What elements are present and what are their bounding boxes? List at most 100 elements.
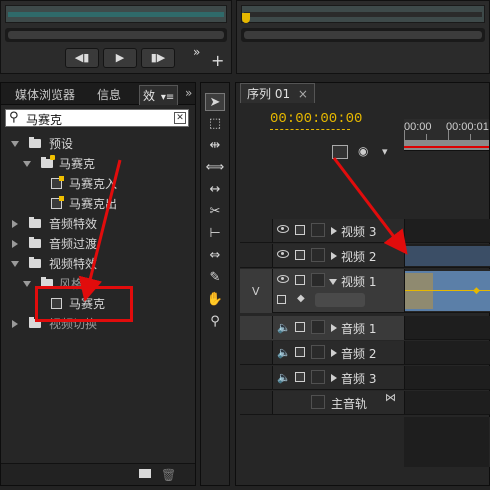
lock-toggle[interactable] <box>311 223 325 237</box>
tree-item-mosaic-preset[interactable]: 马赛克 <box>23 154 193 174</box>
pen-icon[interactable]: ✎ <box>205 269 225 287</box>
eye-icon[interactable] <box>277 275 289 283</box>
clear-search-icon[interactable]: ✕ <box>174 112 186 124</box>
keyframe-nav[interactable] <box>315 293 365 307</box>
marker-drop-icon[interactable]: ▾ <box>382 145 388 158</box>
track-master[interactable]: 主音轨 ⋈ <box>240 391 490 415</box>
delete-icon[interactable]: 🗑 <box>161 468 176 482</box>
new-bin-icon[interactable] <box>139 469 151 478</box>
chevron-right-icon[interactable] <box>331 252 337 260</box>
hand-icon[interactable]: ✋ <box>205 291 225 309</box>
keyframe-display-icon[interactable] <box>277 295 286 304</box>
chevron-down-icon[interactable] <box>11 261 19 267</box>
rate-stretch-icon[interactable]: ↔ <box>205 181 225 199</box>
zoom-icon[interactable]: ⚲ <box>205 313 225 331</box>
marker-icon[interactable]: ◉ <box>358 144 368 158</box>
search-input[interactable]: ⚲ 马赛克 ✕ <box>5 109 189 127</box>
playhead-icon[interactable] <box>242 13 250 23</box>
chevron-right-icon[interactable] <box>331 324 337 332</box>
audio-sync-icon[interactable] <box>295 347 305 357</box>
master-link-icon[interactable]: ⋈ <box>385 391 396 404</box>
track-audio-2[interactable]: 🔈 音频 2 <box>240 341 490 365</box>
track-video-2[interactable]: 视频 2 <box>240 244 490 268</box>
film-icon[interactable] <box>295 275 305 285</box>
chevron-right-icon[interactable] <box>12 320 18 328</box>
video-clip[interactable] <box>405 246 490 266</box>
slide-icon[interactable]: ⇔ <box>205 247 225 265</box>
track-lane[interactable] <box>404 244 490 267</box>
track-lane[interactable] <box>404 341 490 364</box>
step-back-button[interactable]: ◀▮ <box>65 48 99 68</box>
tab-info[interactable]: 信息 <box>91 85 127 105</box>
film-icon[interactable] <box>295 225 305 235</box>
timecode-display[interactable]: 00:00:00:00 <box>270 111 362 127</box>
monitor-scrollbar[interactable] <box>5 28 227 42</box>
speaker-icon[interactable]: 🔈 <box>277 321 291 334</box>
more-icon[interactable]: » <box>193 45 200 59</box>
video-clip[interactable]: ◆ <box>405 271 490 311</box>
tab-effects[interactable]: 效 ▾≡ <box>139 85 179 105</box>
panel-menu-icon[interactable]: ▾≡ <box>161 92 174 103</box>
track-select-icon[interactable]: ⬚ <box>205 115 225 133</box>
eye-icon[interactable] <box>277 250 289 258</box>
program-timeline-strip[interactable] <box>241 5 485 23</box>
snap-icon[interactable] <box>332 145 348 159</box>
program-scrollbar[interactable] <box>241 28 485 42</box>
tree-item-mosaic-in[interactable]: 马赛克入 <box>51 174 191 194</box>
step-forward-button[interactable]: ▮▶ <box>141 48 175 68</box>
film-icon[interactable] <box>295 250 305 260</box>
speaker-icon[interactable]: 🔈 <box>277 346 291 359</box>
tree-item-audio-effects[interactable]: 音频特效 <box>11 214 191 234</box>
chevron-right-icon[interactable] <box>331 374 337 382</box>
rolling-edit-icon[interactable]: ⟺ <box>205 159 225 177</box>
tab-media-browser[interactable]: 媒体浏览器 <box>9 85 81 105</box>
time-ruler[interactable]: 00:00 00:00:01 <box>404 119 489 151</box>
close-icon[interactable]: × <box>298 87 308 101</box>
chevron-down-icon[interactable] <box>23 161 31 167</box>
monitor-timeline-strip[interactable] <box>5 5 227 23</box>
chevron-right-icon[interactable] <box>12 220 18 228</box>
slip-icon[interactable]: ⊢ <box>205 225 225 243</box>
track-video-3[interactable]: 视频 3 <box>240 219 490 243</box>
audio-sync-icon[interactable] <box>295 322 305 332</box>
lock-toggle[interactable] <box>311 395 325 409</box>
track-lane[interactable] <box>404 316 490 339</box>
chevron-right-icon[interactable] <box>331 227 337 235</box>
play-button[interactable]: ▶ <box>103 48 137 68</box>
lock-toggle[interactable] <box>311 370 325 384</box>
chevron-right-icon[interactable] <box>12 240 18 248</box>
lock-toggle[interactable] <box>311 345 325 359</box>
chevron-down-icon[interactable] <box>329 279 337 285</box>
keyframe-marker-icon[interactable]: ◆ <box>473 286 480 296</box>
track-video-1[interactable]: V 视频 1 ◆ ◆ <box>240 269 490 313</box>
tree-item-mosaic-out[interactable]: 马赛克出 <box>51 194 191 214</box>
tree-item-audio-transitions[interactable]: 音频过渡 <box>11 234 191 254</box>
tab-sequence[interactable]: 序列 01 × <box>240 83 315 103</box>
track-lane[interactable] <box>404 219 490 242</box>
overflow-icon[interactable]: » <box>185 86 192 100</box>
track-lane[interactable] <box>404 391 490 414</box>
razor-icon[interactable]: ✂ <box>205 203 225 221</box>
eye-icon[interactable] <box>277 225 289 233</box>
ripple-edit-icon[interactable]: ⇹ <box>205 137 225 155</box>
track-audio-3[interactable]: 🔈 音频 3 <box>240 366 490 390</box>
lock-toggle[interactable] <box>311 320 325 334</box>
lock-toggle[interactable] <box>311 273 325 287</box>
keyframe-icon[interactable]: ◆ <box>297 293 305 304</box>
tree-item-video-effects[interactable]: 视频特效 <box>11 254 191 274</box>
track-lane[interactable] <box>404 366 490 389</box>
chevron-right-icon[interactable] <box>331 349 337 357</box>
audio-sync-icon[interactable] <box>295 372 305 382</box>
tree-item-presets[interactable]: 预设 <box>11 134 191 154</box>
selection-tool-icon[interactable]: ➤ <box>205 93 225 111</box>
target-video-v[interactable]: V <box>240 269 272 313</box>
add-icon[interactable]: + <box>211 51 224 70</box>
work-area-bar[interactable] <box>404 140 489 150</box>
chevron-down-icon[interactable] <box>23 281 31 287</box>
speaker-icon[interactable]: 🔈 <box>277 371 291 384</box>
chevron-down-icon[interactable] <box>11 141 19 147</box>
play-icon: ▶ <box>115 51 125 64</box>
track-audio-1[interactable]: 🔈 音频 1 <box>240 316 490 340</box>
lock-toggle[interactable] <box>311 248 325 262</box>
track-lane[interactable]: ◆ <box>404 269 490 312</box>
